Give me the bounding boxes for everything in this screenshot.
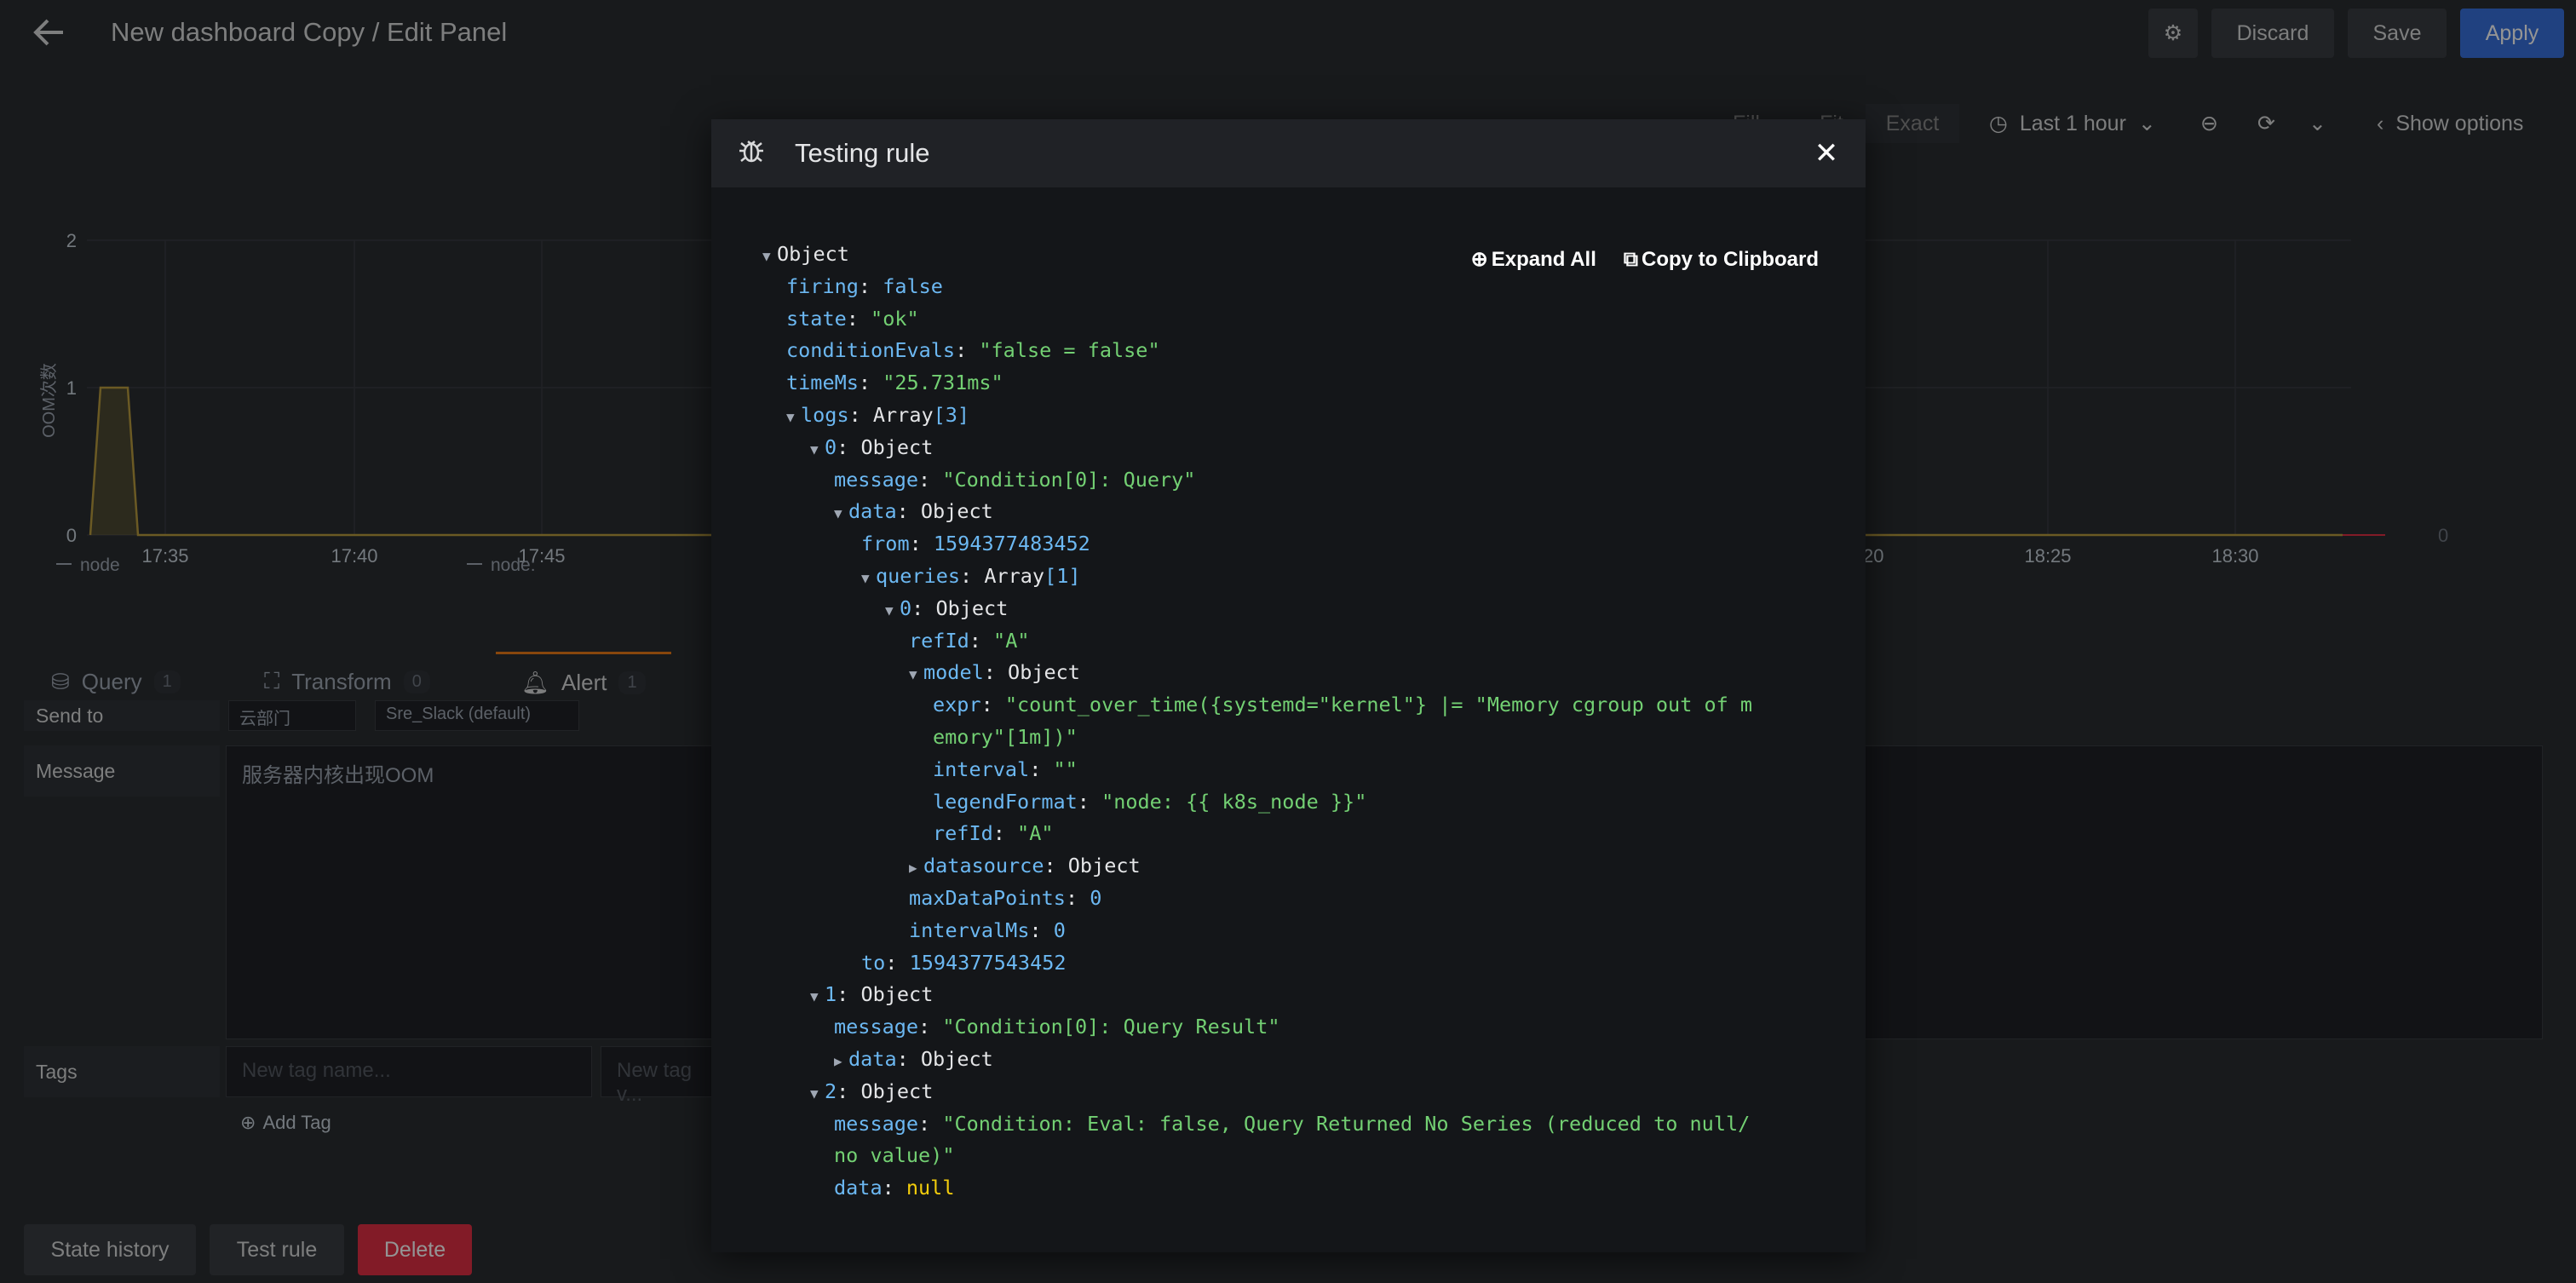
caret-down-icon[interactable]: ▼ [810,434,825,466]
caret-down-icon[interactable]: ▼ [909,659,923,691]
tree-state: state: "ok" [786,306,919,331]
caret-down-icon[interactable]: ▼ [834,498,848,530]
caret-down-icon[interactable]: ▼ [861,562,876,595]
tree-log2-data: data: null [834,1176,955,1200]
tree-logs[interactable]: ▼ logs: Array[3] [762,400,1752,432]
tree-datasource[interactable]: ▶ datasource: Object [762,850,1752,883]
tree-log-1[interactable]: ▼ 1: Object [762,979,1752,1011]
tree-log1-message: message: "Condition[0]: Query Result" [834,1015,1280,1039]
tree-log-2[interactable]: ▼ 2: Object [762,1076,1752,1108]
tree-refid-inner: refId: "A" [933,821,1054,846]
tree-expr-cont: emory"[1m])" [933,724,1078,749]
caret-right-icon[interactable]: ▶ [834,1045,848,1078]
caret-down-icon[interactable]: ▼ [762,240,777,273]
modal-header: Testing rule ✕ [711,119,1866,187]
modal-title: Testing rule [795,138,930,168]
tree-interval: interval: "" [933,757,1078,781]
tree-model[interactable]: ▼ model: Object [762,657,1752,689]
json-tree: ▼ Object firing: false state: "ok" condit… [762,239,1752,1205]
tree-query-0[interactable]: ▼ 0: Object [762,593,1752,625]
caret-down-icon[interactable]: ▼ [810,981,825,1013]
tree-log1-data[interactable]: ▶ data: Object [762,1044,1752,1076]
tree-log-0[interactable]: ▼ 0: Object [762,432,1752,464]
tree-from: from: 1594377483452 [861,532,1090,556]
tree-root[interactable]: ▼ Object [762,239,1752,271]
tree-refid-outer: refId: "A" [909,628,1030,653]
tree-log2-message-cont: no value)" [834,1143,955,1168]
tree-log0-data[interactable]: ▼ data: Object [762,496,1752,528]
caret-right-icon[interactable]: ▶ [909,852,923,884]
tree-log2-message: message: "Condition: Eval: false, Query … [834,1111,1751,1136]
tree-firing: firing: false [786,273,943,298]
tree-queries[interactable]: ▼ queries: Array[1] [762,561,1752,593]
tree-to: to: 1594377543452 [861,950,1067,975]
tree-interval-ms: intervalMs: 0 [909,918,1066,942]
bug-icon [737,136,771,170]
testing-rule-modal: Testing rule ✕ ⊕ Expand All ⧉ Copy to Cl… [711,119,1866,1252]
close-icon[interactable]: ✕ [1811,138,1842,169]
caret-down-icon[interactable]: ▼ [885,595,900,627]
caret-down-icon[interactable]: ▼ [786,401,801,434]
tree-log0-message: message: "Condition[0]: Query" [834,467,1196,492]
tree-condition-evals: conditionEvals: "false = false" [786,338,1160,363]
tree-time-ms: timeMs: "25.731ms" [786,371,1003,395]
tree-expr: expr: "count_over_time({systemd="kernel"… [933,693,1753,717]
tree-max-data-points: maxDataPoints: 0 [909,885,1102,910]
caret-down-icon[interactable]: ▼ [810,1078,825,1110]
tree-legend-format: legendFormat: "node: {{ k8s_node }}" [933,789,1367,814]
